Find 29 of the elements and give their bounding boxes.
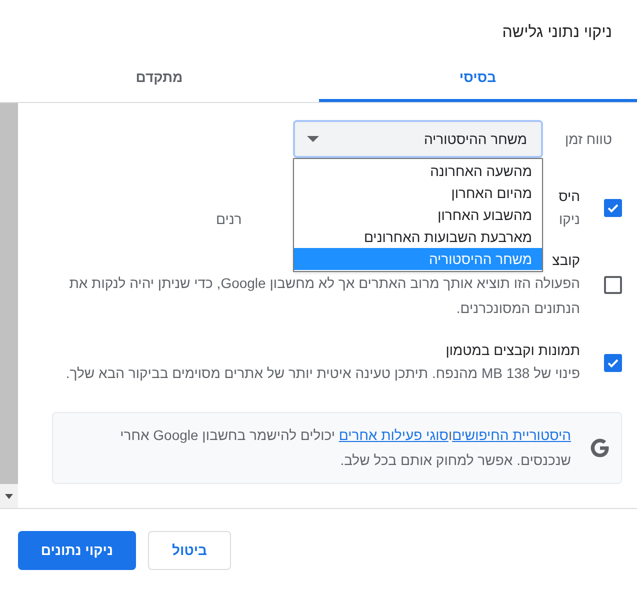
checkbox[interactable] [604,276,622,294]
time-range-label: טווח זמן [564,130,612,149]
item-description: רנים [216,210,242,229]
caret-icon [307,136,319,142]
item-description: פינוי של 138 MB מהנפח. תיתכן טעינה איטית יותר של אתרים מסוימים בביקור הבא שלך. [64,364,580,383]
checkbox[interactable] [604,354,622,372]
dialog-title: ניקוי נתוני גלישה [502,23,612,43]
time-range-select[interactable]: משחר ההיסטוריה [293,120,543,158]
cancel-button[interactable]: ביטול [148,531,231,570]
info-text: היסטוריית החיפושיםוסוגי פעילות אחרים יכולים להישמר בחשבון Google אחרי שנכנסים. אפשר למחוק אותם בכל שלב. [119,426,571,470]
dropdown-option[interactable]: משחר ההיסטוריה [294,248,542,270]
dropdown-option[interactable]: מהיום האחרון [294,182,542,204]
tab[interactable]: מתקדם [0,55,318,102]
scrollbar[interactable] [0,103,18,508]
item-title: היס [558,187,580,206]
tab[interactable]: בסיסי [318,55,637,102]
dropdown-option[interactable]: מארבעת השבועות האחרונים [294,226,542,248]
item-description: הפעולה הזו תוציא אותך מרוב האתרים אך לא מחשבון Google, כדי שניתן יהיה לנקות את הנתונים המסונכרנים. [68,274,580,318]
dropdown-option[interactable]: מהשעה האחרונה [294,160,542,182]
scroll-down-icon [5,494,13,498]
google-g-icon [589,437,611,459]
item-description: ניקו [559,210,580,229]
dropdown-option[interactable]: מהשבוע האחרון [294,204,542,226]
item-title: תמונות וקבצים במטמון [446,341,580,360]
checkbox[interactable] [604,199,622,217]
search-history-link[interactable]: היסטוריית החיפושים [452,427,571,443]
activity-link[interactable]: סוגי פעילות אחרים [338,427,448,443]
item-title: קובצ [552,251,580,270]
clear-data-button[interactable]: ניקוי נתונים [18,531,136,570]
